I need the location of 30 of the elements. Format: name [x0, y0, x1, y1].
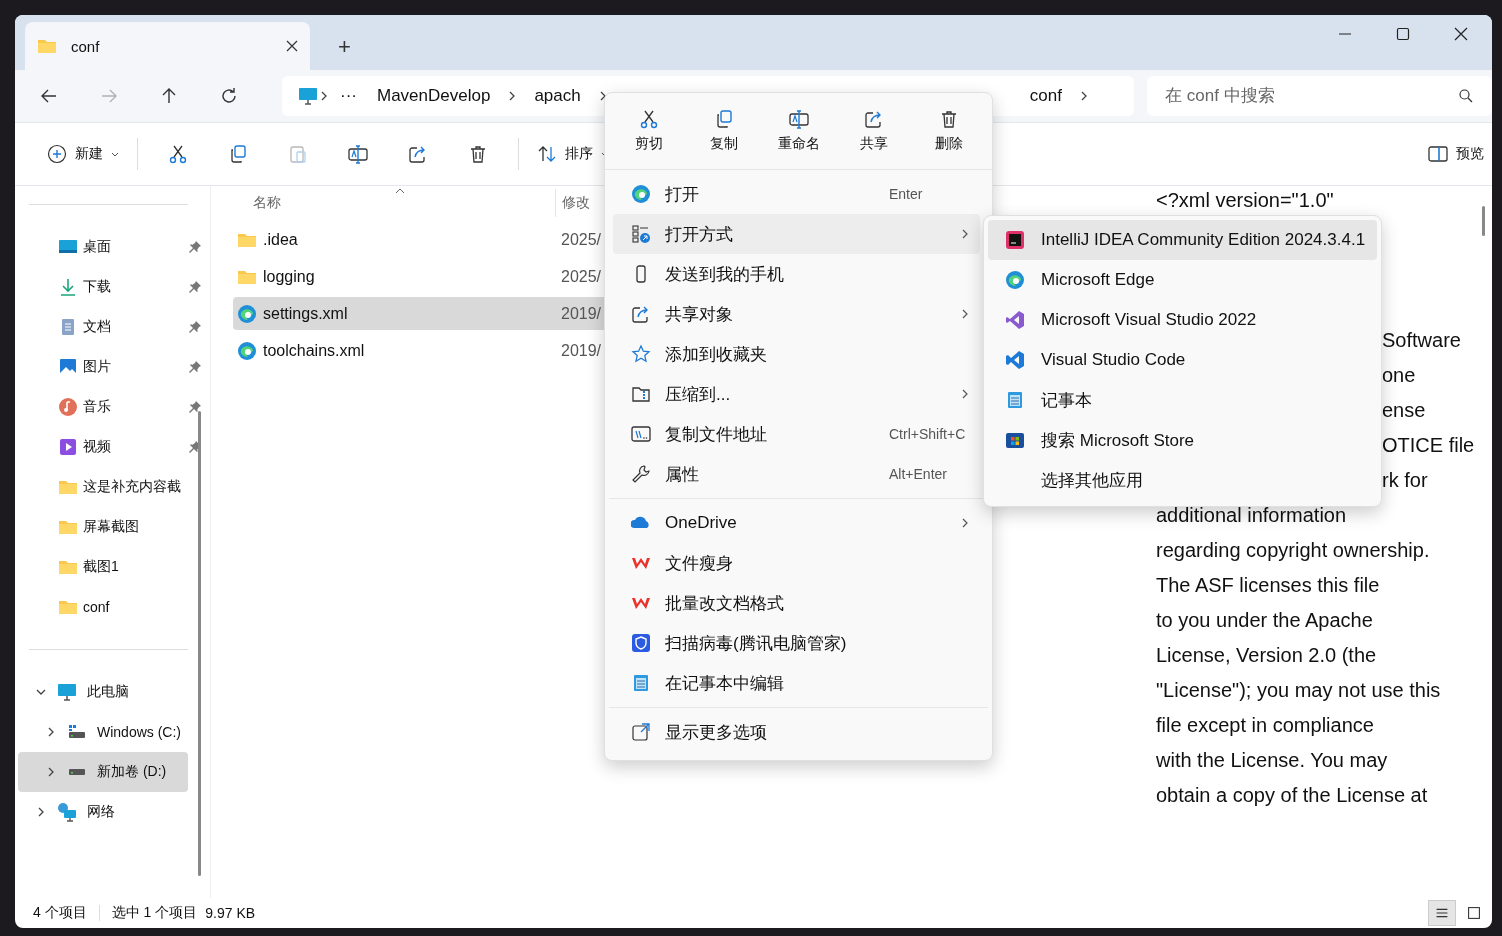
file-name: logging — [263, 267, 316, 286]
preview-line: file except in compliance — [1156, 713, 1375, 738]
preview-line: ense — [1382, 399, 1426, 421]
preview-line: OTICE file — [1382, 434, 1475, 456]
modified-date: 2025/ — [561, 267, 602, 286]
preview-line: to you under the Apache — [1156, 608, 1374, 633]
modified-date: 2025/ — [561, 230, 602, 249]
preview-line: regarding copyright ownership. — [1156, 538, 1431, 563]
preview-line: License, Version 2.0 (the — [1156, 643, 1378, 668]
file-name: .idea — [263, 230, 299, 249]
tab-title: conf — [71, 37, 101, 55]
file-name: settings.xml — [263, 304, 349, 323]
selection-size: 9.97 KB — [205, 905, 256, 921]
shortcut-hint: Alt+Enter — [889, 466, 947, 482]
file-name: toolchains.xml — [263, 341, 366, 360]
modified-date: 2019/ — [561, 304, 602, 323]
preview-line: obtain a copy of the License at — [1156, 783, 1429, 808]
preview-line: <?xml version="1.0" — [1156, 188, 1335, 213]
modified-date: 2019/ — [561, 341, 602, 360]
item-count: 4 个项目 — [33, 904, 87, 922]
preview-line: Software — [1382, 329, 1461, 351]
preview-line: rk for — [1382, 469, 1428, 491]
preview-line: additional information — [1156, 503, 1348, 528]
preview-line: "License"); you may not use this — [1156, 678, 1442, 703]
preview-line: with the License. You may — [1156, 748, 1389, 773]
preview-line: The ASF licenses this file — [1156, 573, 1381, 598]
shortcut-hint: Ctrl+Shift+C — [889, 426, 966, 442]
shortcut-hint: Enter — [889, 186, 923, 202]
preview-line: one — [1382, 364, 1416, 386]
selection-count: 选中 1 个项目 — [111, 904, 198, 922]
